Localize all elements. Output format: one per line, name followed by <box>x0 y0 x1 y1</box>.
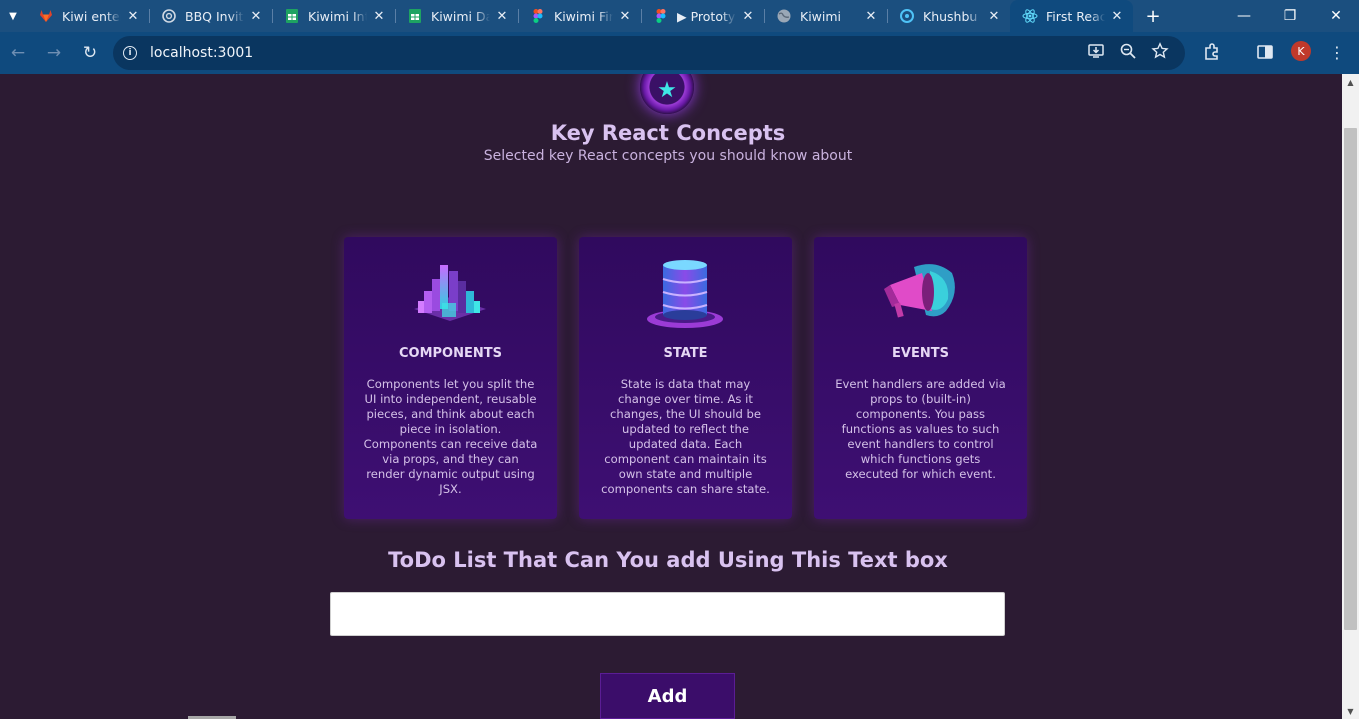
tab-kiwimi[interactable]: Kiwimi ✕ <box>764 0 887 32</box>
tab-strip: ▼ Kiwi enter ✕ BBQ Invita ✕ Kiwimi Int ✕… <box>0 0 1359 32</box>
events-image <box>880 259 960 331</box>
gitlab-icon <box>38 8 54 24</box>
reload-button[interactable]: ↻ <box>72 35 108 71</box>
install-app-icon[interactable] <box>1087 42 1105 60</box>
star-logo-icon: ★ <box>640 74 694 114</box>
globe-icon <box>776 8 792 24</box>
reload-icon: ↻ <box>82 43 98 63</box>
scrollbar-thumb[interactable] <box>1344 128 1357 630</box>
restore-icon: ❐ <box>1283 8 1297 24</box>
tab-bbq[interactable]: BBQ Invita ✕ <box>149 0 272 32</box>
tab-title: Khushbu <box>923 8 978 24</box>
close-icon[interactable]: ✕ <box>617 8 633 24</box>
concept-description: Components let you split the UI into ind… <box>363 377 538 496</box>
extensions-icon[interactable] <box>1202 42 1222 62</box>
page-title: Key React Concepts <box>550 121 786 145</box>
state-image <box>645 259 725 331</box>
sheets-icon <box>284 8 300 24</box>
concept-description: State is data that may change over time.… <box>601 377 770 496</box>
tab-title: BBQ Invita <box>185 8 244 24</box>
tab-first-react[interactable]: First React ✕ <box>1010 0 1133 32</box>
figma-icon <box>530 8 546 24</box>
arrow-left-icon: ← <box>10 43 26 63</box>
page-viewport: ★ Key React Concepts Selected key React … <box>0 74 1342 719</box>
tab-title: Kiwimi <box>800 8 842 24</box>
close-window-button[interactable]: ✕ <box>1313 0 1359 32</box>
tab-title: First React <box>1046 8 1105 24</box>
minimize-icon: — <box>1237 8 1251 24</box>
vertical-scrollbar[interactable]: ▲ ▼ <box>1342 74 1359 719</box>
concept-title: STATE <box>663 346 708 361</box>
scroll-down-icon[interactable]: ▼ <box>1342 703 1359 719</box>
close-icon[interactable]: ✕ <box>986 8 1002 24</box>
close-icon[interactable]: ✕ <box>1109 8 1125 24</box>
site-info-icon[interactable]: i <box>123 46 137 60</box>
add-button[interactable]: Add <box>600 673 735 719</box>
minimize-button[interactable]: — <box>1221 0 1267 32</box>
tab-title: Kiwimi Fir <box>554 8 613 24</box>
concept-description: Event handlers are added via props to (b… <box>835 377 1006 481</box>
close-icon[interactable]: ✕ <box>863 8 879 24</box>
page-subtitle: Selected key React concepts you should k… <box>483 148 853 164</box>
concept-card-state: STATE State is data that may change over… <box>579 237 792 519</box>
tab-khushbu[interactable]: Khushbu ✕ <box>887 0 1010 32</box>
tab-title: Kiwimi Da <box>431 8 490 24</box>
plus-icon: + <box>1145 5 1161 27</box>
chatgpt-icon <box>161 8 177 24</box>
react-icon <box>1022 8 1038 24</box>
close-icon: ✕ <box>1330 8 1342 24</box>
forward-button[interactable]: → <box>36 35 72 71</box>
todo-input[interactable] <box>330 592 1005 636</box>
figma-icon <box>653 8 669 24</box>
tab-title: ▶ Prototy <box>677 8 736 24</box>
close-icon[interactable]: ✕ <box>371 8 387 24</box>
avatar[interactable]: K <box>1291 41 1311 61</box>
tab-search-button[interactable]: ▼ <box>0 0 26 32</box>
tab-kiwimi-da[interactable]: Kiwimi Da ✕ <box>395 0 518 32</box>
tab-prototype[interactable]: ▶ Prototy ✕ <box>641 0 764 32</box>
tab-kiwimi-int[interactable]: Kiwimi Int ✕ <box>272 0 395 32</box>
restore-button[interactable]: ❐ <box>1267 0 1313 32</box>
todo-title: ToDo List That Can You add Using This Te… <box>388 548 948 572</box>
close-icon[interactable]: ✕ <box>494 8 510 24</box>
close-icon[interactable]: ✕ <box>740 8 756 24</box>
new-tab-button[interactable]: + <box>1137 0 1169 32</box>
concept-card-events: EVENTS Event handlers are added via prop… <box>814 237 1027 519</box>
tab-kiwimi-fir[interactable]: Kiwimi Fir ✕ <box>518 0 641 32</box>
chevron-down-icon: ▼ <box>9 10 17 22</box>
kiwi-icon <box>899 8 915 24</box>
close-icon[interactable]: ✕ <box>248 8 264 24</box>
concept-title: EVENTS <box>892 346 949 361</box>
scroll-up-icon[interactable]: ▲ <box>1342 74 1359 90</box>
components-image <box>410 259 490 331</box>
menu-kebab-icon[interactable]: ⋮ <box>1327 42 1347 62</box>
close-icon[interactable]: ✕ <box>125 8 141 24</box>
tab-title: Kiwimi Int <box>308 8 367 24</box>
back-button[interactable]: ← <box>0 35 36 71</box>
sheets-icon <box>407 8 423 24</box>
concept-title: COMPONENTS <box>399 346 502 361</box>
zoom-icon[interactable] <box>1119 42 1137 60</box>
tab-title: Kiwi enter <box>62 8 121 24</box>
bookmark-star-icon[interactable] <box>1151 42 1169 60</box>
concept-card-components: COMPONENTS Components let you split the … <box>344 237 557 519</box>
address-bar[interactable]: i localhost:3001 <box>113 36 1185 70</box>
side-panel-icon[interactable] <box>1255 42 1275 62</box>
tab-gitlab[interactable]: Kiwi enter ✕ <box>26 0 149 32</box>
arrow-right-icon: → <box>46 43 62 63</box>
url-text: localhost:3001 <box>150 45 254 61</box>
